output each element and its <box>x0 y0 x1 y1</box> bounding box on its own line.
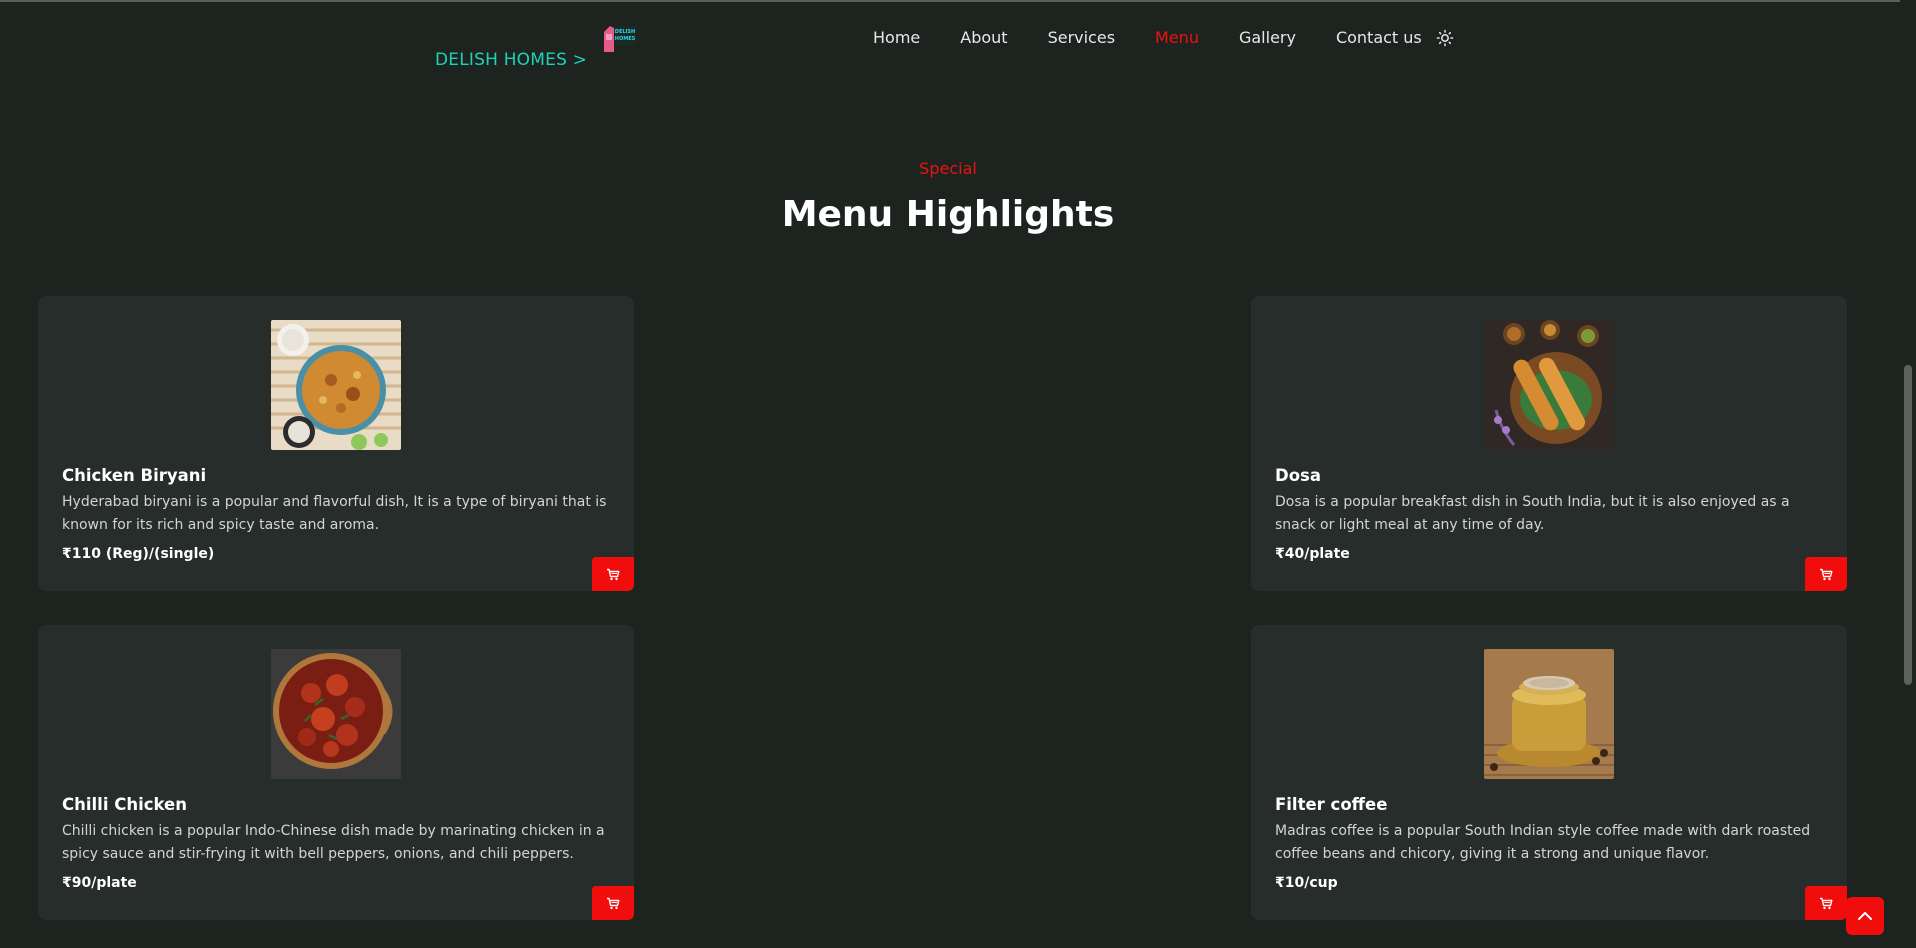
cart-icon <box>1820 568 1833 580</box>
menu-item-price: ₹10/cup <box>1275 875 1338 891</box>
nav-gallery[interactable]: Gallery <box>1239 28 1296 47</box>
add-to-cart-button[interactable] <box>592 557 634 591</box>
scrollbar[interactable] <box>1900 0 1916 948</box>
menu-item-price: ₹90/plate <box>62 875 137 891</box>
menu-item-name: Chilli Chicken <box>62 795 187 814</box>
section-title: Menu Highlights <box>781 194 1115 235</box>
cart-icon <box>607 568 620 580</box>
menu-item-description: Madras coffee is a popular South Indian … <box>1275 823 1811 862</box>
dosa-image <box>1484 320 1614 450</box>
menu-item-description: Dosa is a popular breakfast dish in Sout… <box>1275 494 1790 533</box>
menu-item-name: Dosa <box>1275 466 1321 485</box>
menu-item-price: ₹40/plate <box>1275 546 1350 562</box>
add-to-cart-button[interactable] <box>1805 886 1847 920</box>
cart-icon <box>1820 897 1833 909</box>
brand-link[interactable]: DELISH HOMES > <box>435 50 587 70</box>
chilli-chicken-image <box>271 649 401 779</box>
nav-services[interactable]: Services <box>1048 28 1115 47</box>
add-to-cart-button[interactable] <box>592 886 634 920</box>
nav-menu[interactable]: Menu <box>1155 28 1199 47</box>
svg-text:HOMES: HOMES <box>615 36 636 42</box>
chevron-up-icon <box>1858 912 1872 920</box>
nav-about[interactable]: About <box>960 28 1007 47</box>
chicken-biryani-image <box>271 320 401 450</box>
logo[interactable]: DELISH HOMES <box>600 22 640 56</box>
section-eyebrow: Special <box>919 159 977 178</box>
menu-card-filter-coffee: Filter coffee Madras coffee is a popular… <box>1251 625 1847 920</box>
menu-card-chilli-chicken: Chilli Chicken Chilli chicken is a popul… <box>38 625 634 920</box>
menu-item-name: Chicken Biryani <box>62 466 207 485</box>
cart-icon <box>607 897 620 909</box>
menu-card-chicken-biryani: Chicken Biryani Hyderabad biryani is a p… <box>38 296 634 591</box>
add-to-cart-button[interactable] <box>1805 557 1847 591</box>
menu-item-name: Filter coffee <box>1275 795 1388 814</box>
main-nav: Home About Services Menu Gallery Contact… <box>873 28 1454 47</box>
menu-item-price: ₹110 (Reg)/(single) <box>62 546 215 562</box>
scroll-to-top-button[interactable] <box>1846 897 1884 935</box>
nav-contact-us[interactable]: Contact us <box>1336 28 1422 47</box>
window-top-border <box>0 0 1916 2</box>
sun-icon[interactable] <box>1436 29 1454 47</box>
svg-text:DELISH: DELISH <box>615 29 635 35</box>
menu-item-description: Chilli chicken is a popular Indo-Chinese… <box>62 823 605 862</box>
menu-item-description: Hyderabad biryani is a popular and flavo… <box>62 494 607 533</box>
scrollbar-thumb[interactable] <box>1904 365 1912 685</box>
menu-card-dosa: Dosa Dosa is a popular breakfast dish in… <box>1251 296 1847 591</box>
nav-home[interactable]: Home <box>873 28 920 47</box>
filter-coffee-image <box>1484 649 1614 779</box>
